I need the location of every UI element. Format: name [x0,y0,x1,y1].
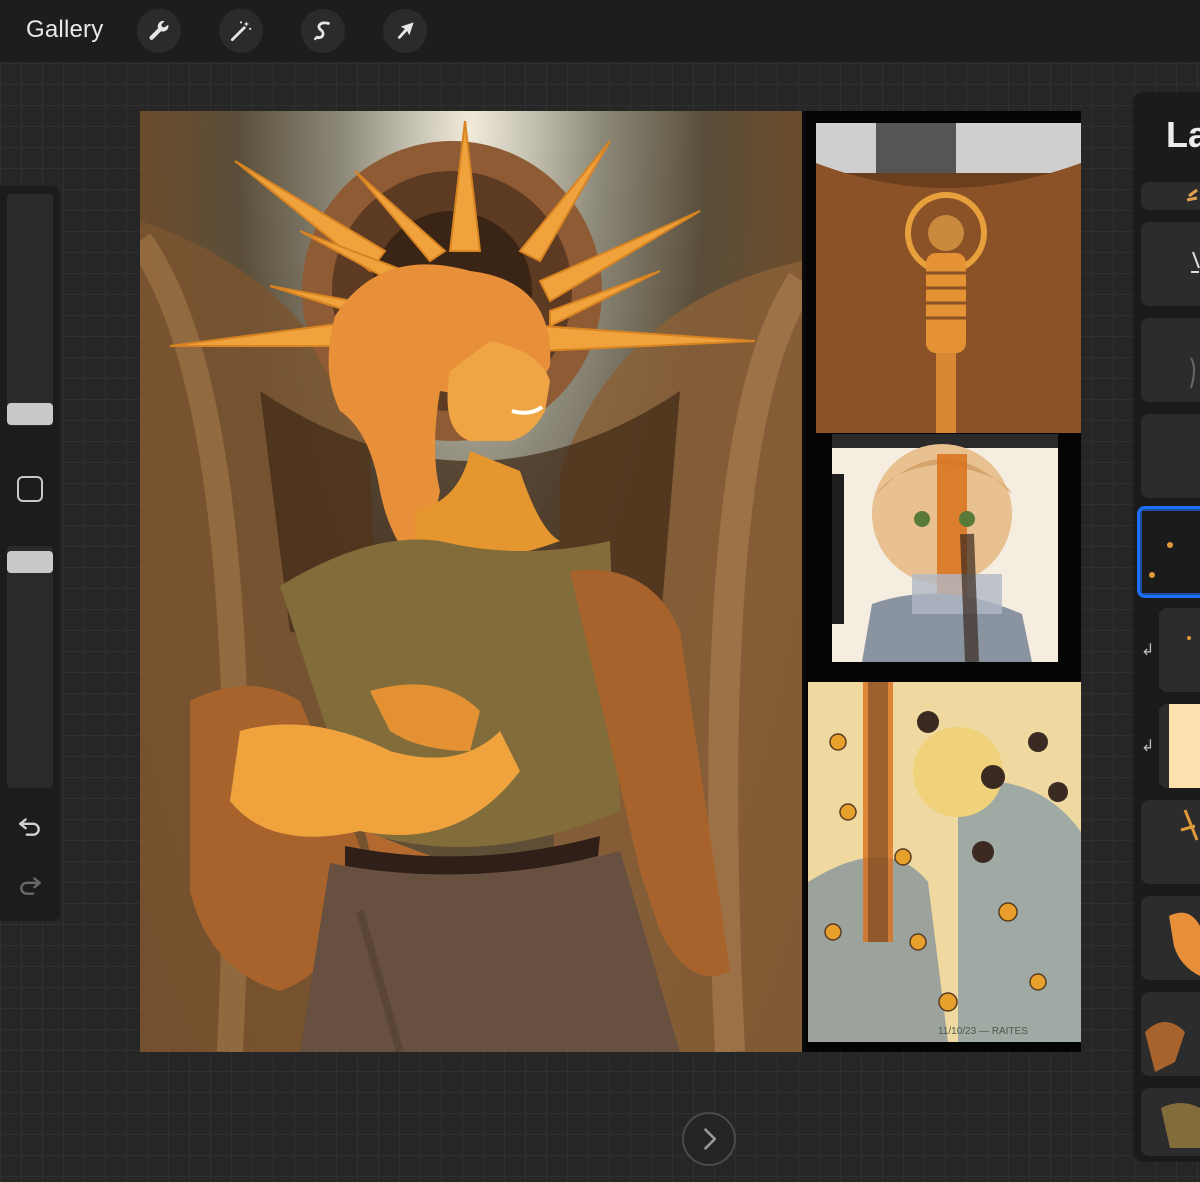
layer-row[interactable] [1141,414,1200,498]
selection-s-icon [313,21,330,41]
layer-thumbnail [1187,636,1191,640]
reference-image-butterflies: 11/10/23 — RAITES [808,682,1081,1042]
actions-button[interactable] [137,9,181,53]
redo-button[interactable] [14,869,46,901]
layer-row[interactable] [1141,896,1200,980]
layer-thumbnail [1190,357,1195,389]
sidebar-panel [0,186,60,921]
layer-thumbnail [1145,1022,1185,1072]
sun-figure-illustration [140,120,802,1052]
layers-panel: La ↲ ↲ [1133,92,1200,1162]
redo-icon [20,877,41,895]
layer-thumbnail [1180,809,1199,841]
layers-title: La [1166,114,1200,155]
layer-thumbnail [1191,251,1200,273]
arrow-cursor-icon [397,22,414,40]
layer-row-clipped[interactable] [1159,704,1200,788]
layer-thumbnail [1169,704,1200,788]
main-artwork[interactable] [140,111,802,1052]
transform-button[interactable] [383,9,427,53]
brush-size-thumb[interactable] [7,403,53,425]
opacity-slider[interactable] [7,546,53,788]
signature-text: 11/10/23 — RAITES [938,1026,1028,1037]
clipping-mask-icon: ↲ [1141,642,1155,659]
layer-row-selected[interactable] [1137,506,1200,598]
undo-icon [19,818,40,836]
reference-images: 11/10/23 — RAITES [806,111,1081,1052]
opacity-thumb[interactable] [7,551,53,573]
next-button[interactable] [682,1112,736,1166]
modify-button[interactable] [17,476,43,502]
selection-button[interactable] [301,9,345,53]
layer-thumbnail [1142,511,1200,593]
layer-row[interactable] [1141,318,1200,402]
adjustments-button[interactable] [219,9,263,53]
gallery-button[interactable]: Gallery [26,16,103,44]
drawing-canvas[interactable]: 11/10/23 — RAITES [140,111,1081,1052]
layer-row[interactable] [1141,800,1200,884]
layer-thumbnail [1161,1103,1200,1148]
wrench-icon [149,20,169,40]
magic-wand-icon [230,21,252,42]
chevron-right-icon [704,1128,717,1150]
layer-row[interactable] [1141,1088,1200,1156]
reference-image-character-sketch [832,434,1058,662]
layer-thumbnail [1169,912,1200,976]
undo-button[interactable] [14,810,46,842]
layer-thumbnail [1186,188,1198,202]
reference-image-skeleton [816,123,1081,433]
brush-size-slider[interactable] [7,194,53,426]
layer-row-clipped[interactable] [1159,608,1200,692]
clipping-mask-icon: ↲ [1141,738,1155,755]
top-toolbar: Gallery [0,0,1200,62]
layer-row[interactable] [1141,182,1200,210]
layer-row[interactable] [1141,992,1200,1076]
layer-row[interactable] [1141,222,1200,306]
